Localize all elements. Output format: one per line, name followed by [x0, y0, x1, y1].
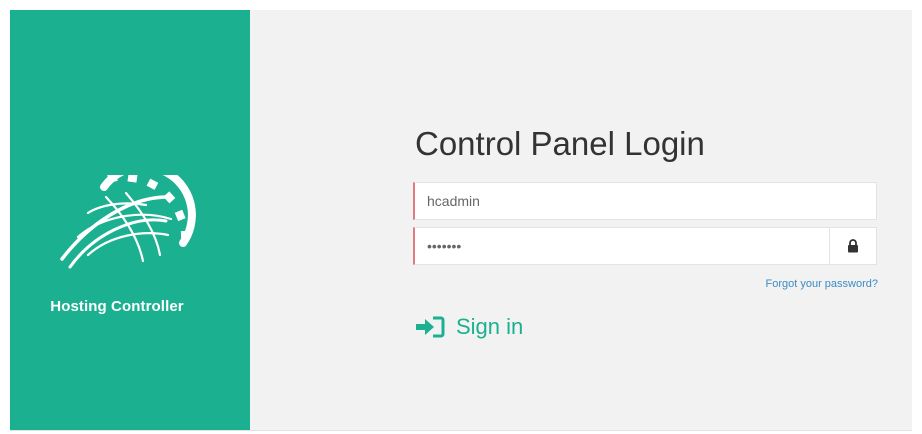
login-form: Control Panel Login Forgot your password…	[250, 10, 912, 430]
password-field-wrapper	[413, 227, 877, 265]
sign-in-button[interactable]: Sign in	[415, 314, 523, 340]
lock-icon	[829, 228, 876, 264]
forgot-password-link[interactable]: Forgot your password?	[766, 278, 879, 290]
password-field[interactable]	[415, 228, 829, 264]
login-window: Hosting Controller Control Panel Login F…	[10, 10, 912, 431]
brand-panel: Hosting Controller	[10, 10, 250, 430]
brand-name: Hosting Controller	[50, 298, 184, 315]
page-title: Control Panel Login	[415, 125, 705, 162]
username-field[interactable]	[415, 183, 876, 219]
username-field-wrapper	[413, 182, 877, 220]
sign-in-icon	[416, 316, 445, 338]
globe-gear-icon	[60, 175, 196, 269]
sign-in-label: Sign in	[456, 314, 524, 339]
